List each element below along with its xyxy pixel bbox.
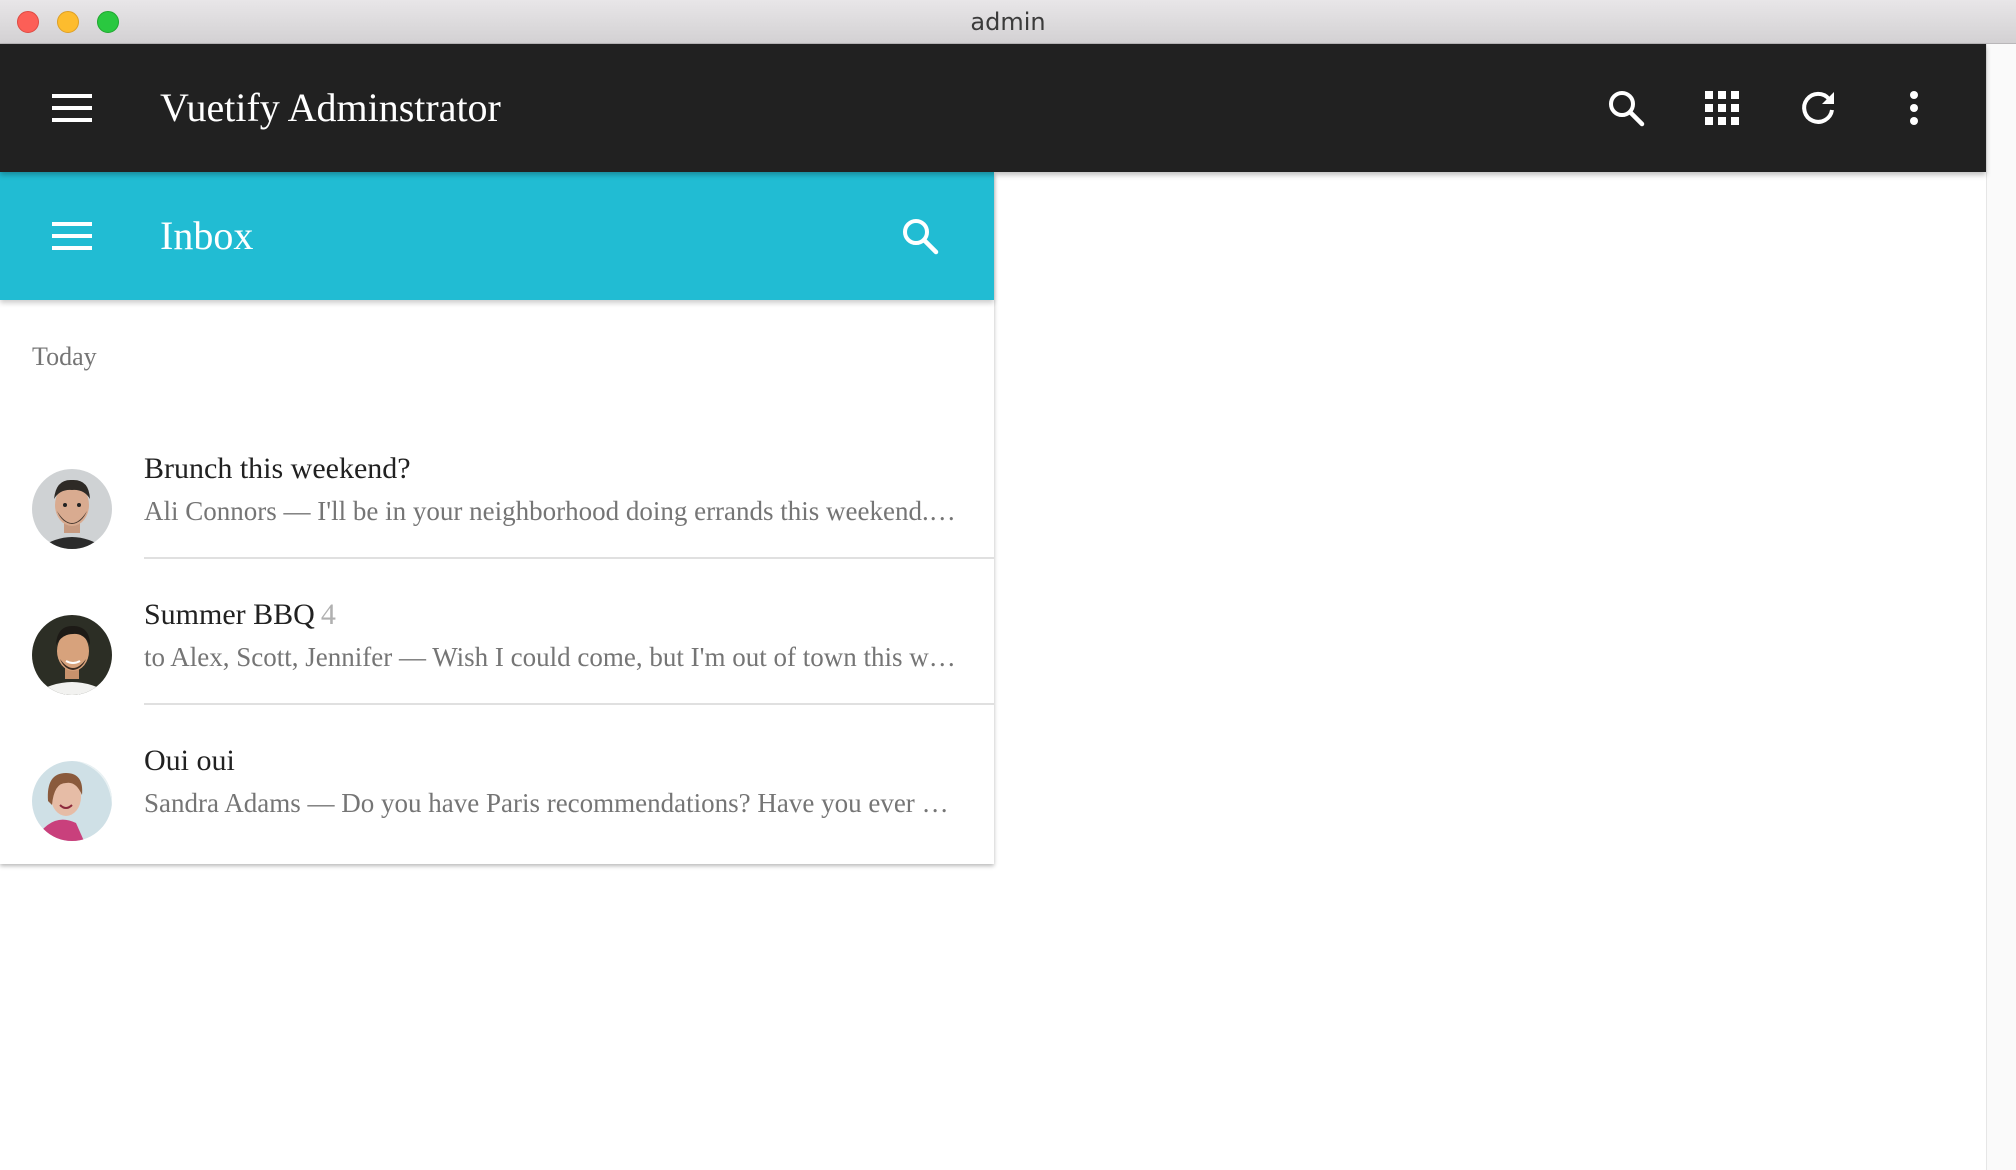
message-subtitle: Ali Connors — I'll be in your neighborho… [144, 496, 959, 527]
avatar [32, 469, 112, 549]
more-options-button[interactable] [1882, 76, 1946, 140]
message-title-text: Summer BBQ [144, 598, 315, 631]
list-item[interactable]: Brunch this weekend? Ali Connors — I'll … [0, 436, 994, 582]
apps-button[interactable] [1690, 76, 1754, 140]
search-icon [1609, 91, 1645, 127]
search-icon [903, 219, 939, 255]
inbox-title: Inbox [160, 213, 254, 258]
message-title-text: Oui oui [144, 744, 235, 777]
search-button[interactable] [1594, 76, 1658, 140]
menu-icon [52, 94, 92, 122]
more-vert-icon [1910, 91, 1918, 125]
message-preview: I'll be in your neighborhood doing erran… [317, 496, 959, 526]
refresh-button[interactable] [1786, 76, 1850, 140]
message-count: 4 [320, 598, 336, 631]
avatar [32, 761, 112, 841]
inbox-toolbar: Inbox [0, 172, 994, 300]
window-title: admin [970, 8, 1046, 36]
message-title: Oui oui [144, 744, 241, 778]
message-preview: Wish I could come, but I'm out of town t… [432, 642, 959, 672]
inbox-card: Inbox Today Brunch this weekend? Ali Con… [0, 172, 994, 864]
inbox-search-button[interactable] [888, 204, 952, 268]
message-sender: Sandra Adams [144, 788, 301, 818]
message-sender: Ali Connors [144, 496, 277, 526]
scrollbar-track[interactable] [1986, 44, 2016, 1170]
app-toolbar: Vuetify Adminstrator [0, 44, 1986, 172]
menu-icon [52, 222, 92, 250]
apps-icon [1705, 91, 1739, 125]
avatar [32, 615, 112, 695]
app-title: Vuetify Adminstrator [160, 85, 501, 130]
list-item[interactable]: Summer BBQ 4 to Alex, Scott, Jennifer — W… [0, 582, 994, 728]
window-titlebar: admin [0, 0, 2016, 44]
list-item[interactable]: Oui oui Sandra Adams — Do you have Paris… [0, 728, 994, 874]
refresh-icon [1802, 91, 1834, 124]
message-subtitle: Sandra Adams — Do you have Paris recomme… [144, 788, 959, 819]
nav-menu-button[interactable] [40, 76, 104, 140]
list-divider [144, 703, 994, 705]
list-divider [144, 557, 994, 559]
message-subtitle: to Alex, Scott, Jennifer — Wish I could … [144, 642, 959, 673]
message-preview: Do you have Paris recommendations? Have … [341, 788, 959, 818]
list-subheader: Today [32, 342, 97, 371]
message-title: Summer BBQ 4 [144, 598, 336, 632]
message-sender: to Alex, Scott, Jennifer [144, 642, 393, 672]
inbox-menu-button[interactable] [40, 204, 104, 268]
message-title: Brunch this weekend? [144, 452, 417, 486]
message-title-text: Brunch this weekend? [144, 452, 411, 485]
